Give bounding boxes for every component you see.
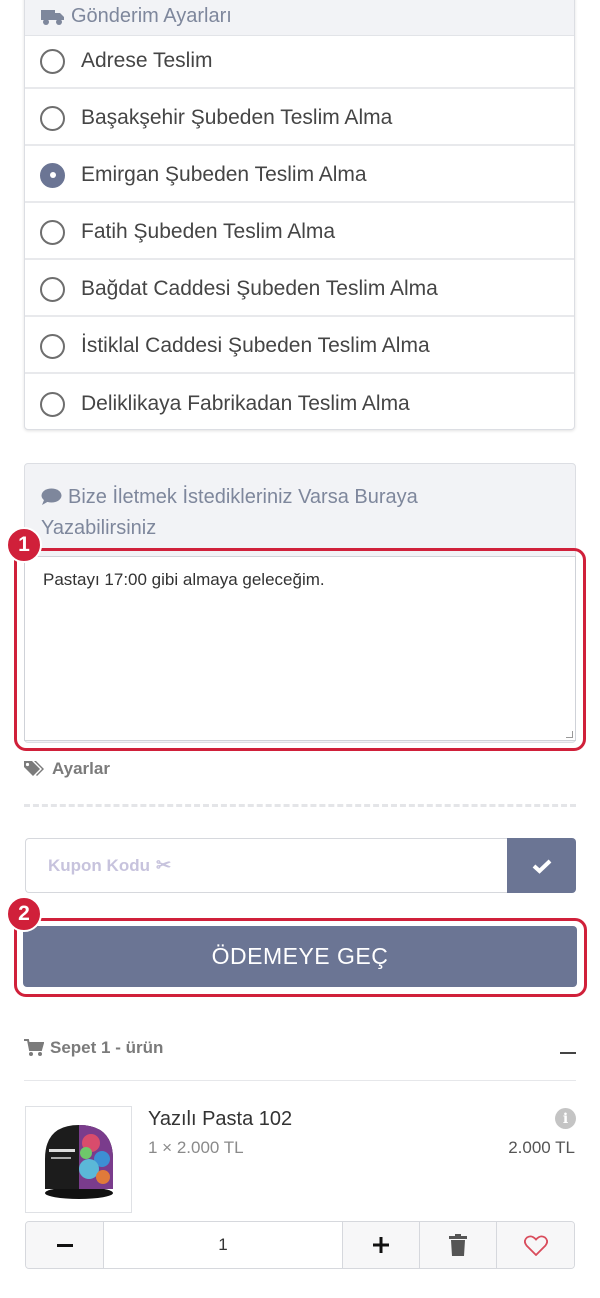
collapse-icon[interactable] xyxy=(560,1052,576,1054)
apply-coupon-button[interactable] xyxy=(507,838,576,893)
settings-label: Ayarlar xyxy=(52,759,110,778)
shipping-title-text: Gönderim Ayarları xyxy=(71,5,232,27)
truck-icon xyxy=(41,9,64,25)
shipping-option-label: Fatih Şubeden Teslim Alma xyxy=(81,220,336,243)
radio-button[interactable] xyxy=(40,219,65,245)
heart-icon xyxy=(523,1234,548,1256)
shipping-option-adrese-teslim[interactable]: Adrese Teslim xyxy=(25,35,574,89)
product-qty-price: 1 × 2.000 TL xyxy=(148,1138,244,1157)
highlight-box-1 xyxy=(14,548,586,751)
shipping-option-label: Başakşehir Şubeden Teslim Alma xyxy=(81,106,393,129)
shipping-option-deliklikaya[interactable]: Deliklikaya Fabrikadan Teslim Alma xyxy=(25,377,574,429)
shipping-option-label: Deliklikaya Fabrikadan Teslim Alma xyxy=(81,392,410,415)
quantity-input[interactable]: 1 xyxy=(103,1222,343,1268)
radio-button[interactable] xyxy=(40,105,65,131)
shipping-option-bagdat-caddesi[interactable]: Bağdat Caddesi Şubeden Teslim Alma xyxy=(25,263,574,317)
dashed-divider xyxy=(24,804,576,807)
annotation-badge-2: 2 xyxy=(6,896,42,932)
comment-icon xyxy=(41,488,62,505)
radio-button[interactable] xyxy=(40,333,65,359)
shipping-option-fatih[interactable]: Fatih Şubeden Teslim Alma xyxy=(25,206,574,260)
cart-icon xyxy=(24,1039,44,1056)
highlight-box-2 xyxy=(14,918,587,997)
check-icon xyxy=(532,859,551,874)
coupon-input[interactable]: Kupon Kodu ✂ xyxy=(25,838,507,893)
cart-divider xyxy=(24,1080,576,1081)
quantity-stepper: 1 xyxy=(25,1221,575,1269)
shipping-option-label: İstiklal Caddesi Şubeden Teslim Alma xyxy=(81,334,430,357)
shipping-option-label: Adrese Teslim xyxy=(81,49,213,72)
decrease-quantity-button[interactable] xyxy=(26,1222,103,1268)
shipping-panel: Gönderim Ayarları Adrese Teslim Başakşeh… xyxy=(24,0,575,430)
annotation-badge-1: 1 xyxy=(6,527,42,563)
remove-item-button[interactable] xyxy=(420,1222,497,1268)
product-total: 2.000 TL xyxy=(508,1138,575,1157)
shipping-option-istiklal-caddesi[interactable]: İstiklal Caddesi Şubeden Teslim Alma xyxy=(25,320,574,374)
radio-button[interactable] xyxy=(40,48,65,74)
tags-icon xyxy=(24,761,44,776)
message-title-text: Bize İletmek İstedikleriniz Varsa Buraya… xyxy=(41,486,418,539)
shipping-option-basaksehir[interactable]: Başakşehir Şubeden Teslim Alma xyxy=(25,92,574,146)
trash-icon xyxy=(449,1234,467,1256)
scissors-icon: ✂ xyxy=(155,855,172,875)
settings-heading: Ayarlar xyxy=(24,759,110,779)
shipping-title: Gönderim Ayarları xyxy=(41,5,232,28)
product-name[interactable]: Yazılı Pasta 102 xyxy=(148,1108,292,1131)
cart-header[interactable]: Sepet 1 - ürün xyxy=(24,1038,163,1058)
shipping-option-label: Bağdat Caddesi Şubeden Teslim Alma xyxy=(81,277,438,300)
cart-header-text: Sepet 1 - ürün xyxy=(50,1038,164,1057)
product-thumbnail[interactable] xyxy=(25,1106,132,1213)
coupon-placeholder: Kupon Kodu xyxy=(48,855,150,875)
cake-image xyxy=(44,1124,113,1199)
shipping-header: Gönderim Ayarları xyxy=(25,0,574,36)
radio-button[interactable] xyxy=(40,276,65,302)
plus-icon xyxy=(373,1237,389,1253)
increase-quantity-button[interactable] xyxy=(343,1222,420,1268)
minus-icon xyxy=(56,1243,73,1247)
info-icon[interactable]: i xyxy=(555,1108,576,1129)
message-title: Bize İletmek İstedikleriniz Varsa Buraya… xyxy=(41,482,521,544)
radio-button-selected[interactable] xyxy=(40,162,65,188)
shipping-option-label: Emirgan Şubeden Teslim Alma xyxy=(81,163,367,186)
shipping-option-emirgan[interactable]: Emirgan Şubeden Teslim Alma xyxy=(25,149,574,203)
favorite-button[interactable] xyxy=(497,1222,574,1268)
radio-button[interactable] xyxy=(40,391,65,417)
